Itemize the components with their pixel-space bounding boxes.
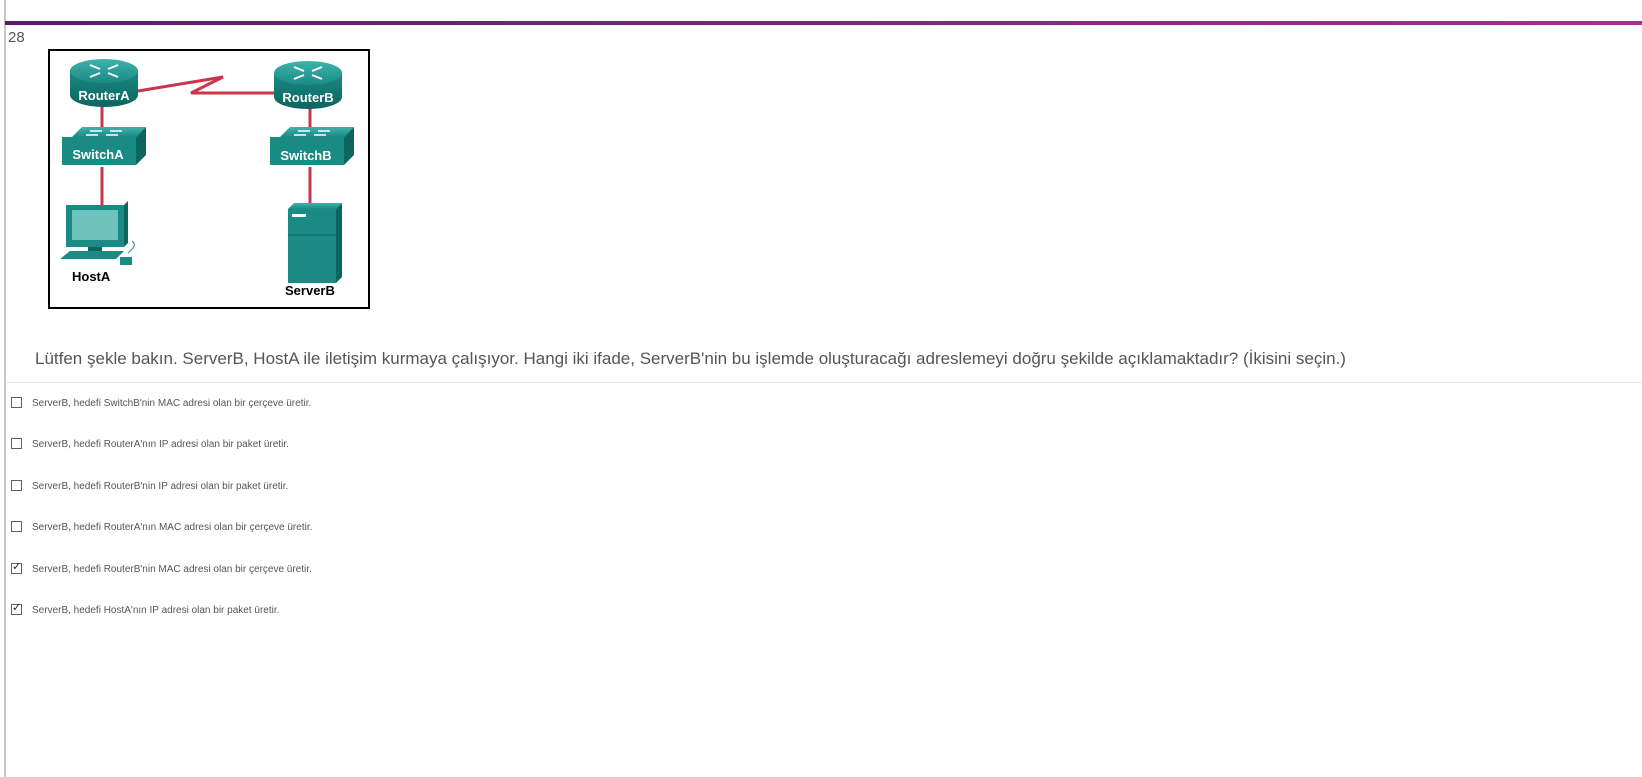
question-divider: [6, 382, 1642, 383]
answer-checkbox[interactable]: [11, 480, 22, 491]
answer-checkbox[interactable]: ✓: [11, 601, 22, 615]
router-a-label: RouterA: [78, 88, 130, 103]
answer-option-label: ServerB, hedefi SwitchB'nin MAC adresi o…: [32, 398, 312, 409]
answer-checkbox[interactable]: [11, 397, 22, 408]
switch-a-label: SwitchA: [72, 147, 124, 162]
answer-option-label: ServerB, hedefi HostA'nın IP adresi olan…: [32, 605, 280, 616]
network-topology-figure: RouterA RouterB SwitchA SwitchB HostA Se…: [48, 49, 384, 321]
checkmark-icon: ✓: [12, 560, 22, 573]
host-a-label: HostA: [72, 269, 111, 284]
router-b-label: RouterB: [282, 90, 333, 105]
answer-option-label: ServerB, hedefi RouterB'nin IP adresi ol…: [32, 481, 289, 492]
server-b-label: ServerB: [285, 283, 335, 298]
answer-checkbox[interactable]: [11, 438, 22, 449]
answer-checkbox[interactable]: [11, 521, 22, 532]
left-border: [4, 0, 6, 777]
checkmark-icon: ✓: [12, 601, 22, 614]
answer-option-label: ServerB, hedefi RouterA'nın IP adresi ol…: [32, 439, 289, 450]
switch-b-label: SwitchB: [280, 148, 331, 163]
server-b-icon: [288, 203, 342, 283]
answer-option-label: ServerB, hedefi RouterB'nin MAC adresi o…: [32, 564, 312, 575]
header-accent-bar: [5, 21, 1642, 25]
answer-option-label: ServerB, hedefi RouterA'nın MAC adresi o…: [32, 522, 313, 533]
quiz-page: 28 RouterA RouterB SwitchA SwitchB HostA…: [0, 0, 1642, 777]
question-number: 28: [8, 29, 25, 46]
answer-checkbox[interactable]: ✓: [11, 560, 22, 574]
question-text: Lütfen şekle bakın. ServerB, HostA ile i…: [35, 349, 1346, 368]
